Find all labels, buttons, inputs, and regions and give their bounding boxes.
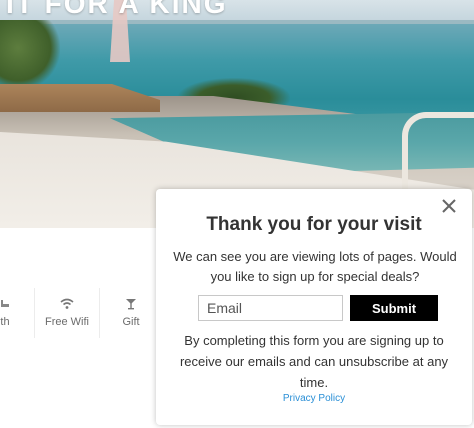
amenity-gift: Gift xyxy=(114,298,148,328)
gift-icon xyxy=(114,298,148,312)
amenity-divider xyxy=(34,288,35,338)
email-field[interactable] xyxy=(198,295,343,321)
bath-icon xyxy=(0,298,16,312)
submit-button[interactable]: Submit xyxy=(350,295,438,321)
hero-lounge-chair xyxy=(402,112,474,192)
amenity-label: Free Wifi xyxy=(45,316,89,328)
amenity-bath: th xyxy=(0,298,16,328)
amenity-divider xyxy=(99,288,100,338)
privacy-policy-link[interactable]: Privacy Policy xyxy=(156,393,472,404)
popup-disclaimer: By completing this form you are signing … xyxy=(179,333,449,390)
popup-message: We can see you are viewing lots of pages… xyxy=(173,249,457,284)
signup-popup: Thank you for your visit We can see you … xyxy=(156,189,472,425)
hero-trees-left xyxy=(0,20,60,90)
wifi-icon xyxy=(40,298,94,312)
hero-title: IT FOR A KING xyxy=(6,0,228,19)
amenity-label: th xyxy=(0,316,10,328)
popup-title: Thank you for your visit xyxy=(206,214,422,235)
hero-horizon xyxy=(0,20,474,24)
amenity-free-wifi: Free Wifi xyxy=(40,298,94,328)
amenity-label: Gift xyxy=(122,316,140,328)
